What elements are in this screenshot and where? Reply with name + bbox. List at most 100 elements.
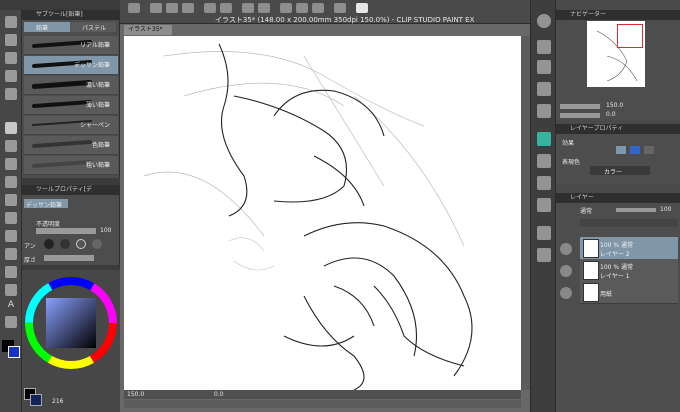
ruler-tool-icon[interactable]: [5, 284, 17, 296]
pencil-tool-icon[interactable]: [5, 122, 17, 134]
blend-tool-icon[interactable]: [5, 212, 17, 224]
undo-icon[interactable]: [204, 3, 216, 13]
transform-icon[interactable]: [258, 3, 270, 13]
status-bar: 150.0 0.0: [124, 390, 521, 399]
search-icon[interactable]: [537, 14, 551, 28]
layer-opacity-slider[interactable]: [616, 208, 656, 212]
visibility-eye-icon[interactable]: [560, 265, 572, 277]
sub-view-icon[interactable]: [537, 154, 551, 168]
open-file-icon[interactable]: [166, 3, 178, 13]
navigator-preview[interactable]: [587, 21, 645, 87]
material-icon-3[interactable]: [537, 82, 551, 96]
status-zoom: 150.0: [127, 391, 145, 398]
antialias-strong-option[interactable]: [92, 239, 102, 249]
move-tool-icon[interactable]: [5, 34, 17, 46]
brush-item-sketch-pencil[interactable]: デッサン鉛筆: [24, 56, 118, 75]
toolbox: A: [0, 10, 22, 412]
navigator-panel: ナビゲーター 150.0 0.0: [556, 10, 680, 120]
snap-ruler-icon[interactable]: [296, 3, 308, 13]
tool-property-title: ツールプロパティ[デ: [22, 185, 119, 195]
gradient-tool-icon[interactable]: [5, 248, 17, 260]
sub-color-swatch[interactable]: [8, 346, 20, 358]
save-icon[interactable]: [182, 3, 194, 13]
layer-row-paper[interactable]: 用紙: [580, 281, 678, 304]
operation-tool-icon[interactable]: [5, 52, 17, 64]
brush-tool-icon[interactable]: [5, 140, 17, 152]
history-icon[interactable]: [537, 176, 551, 190]
opacity-slider[interactable]: [36, 228, 96, 234]
expression-color-select[interactable]: カラー: [590, 166, 650, 176]
help-icon[interactable]: [356, 3, 368, 13]
layer-thumbnail: [583, 283, 599, 302]
effect-border-icon[interactable]: [616, 146, 626, 154]
brush-item-rough-pencil[interactable]: 粗い鉛筆: [24, 156, 118, 175]
balloon-tool-icon[interactable]: [5, 316, 17, 328]
brush-stroke-preview: [32, 139, 92, 149]
layer-row-2[interactable]: 100 % 通常 レイヤー 2: [580, 237, 678, 260]
layer-search-icon[interactable]: [537, 198, 551, 212]
brush-item-mechanical-pencil[interactable]: シャーペン: [24, 116, 118, 135]
antialias-medium-option[interactable]: [76, 239, 86, 249]
fill-tool-icon[interactable]: [5, 230, 17, 242]
zoom-slider[interactable]: [560, 104, 600, 109]
eyedropper-tool-icon[interactable]: [5, 88, 17, 100]
rotation-slider[interactable]: [560, 113, 600, 118]
material-icon-4[interactable]: [537, 104, 551, 118]
selection-tool-icon[interactable]: [5, 70, 17, 82]
eraser-tool-icon[interactable]: [5, 194, 17, 206]
layer-property-panel: レイヤープロパティ 効果 表現色 カラー: [556, 124, 680, 184]
figure-tool-icon[interactable]: [5, 266, 17, 278]
tool-property-panel: ツールプロパティ[デ デッサン鉛筆 不透明度 100 アン 厚さ: [22, 185, 120, 265]
text-tool-icon[interactable]: A: [5, 300, 17, 312]
blend-mode-select[interactable]: 通常: [580, 206, 592, 215]
sub-color-chip[interactable]: [30, 394, 42, 406]
snap-grid-icon[interactable]: [312, 3, 324, 13]
brush-item-real-pencil[interactable]: リアル鉛筆: [24, 36, 118, 55]
brush-item-dark-pencil[interactable]: 濃い鉛筆: [24, 76, 118, 95]
layer-property-title: レイヤープロパティ: [556, 124, 680, 134]
decoration-tool-icon[interactable]: [5, 176, 17, 188]
thickness-slider[interactable]: [44, 255, 94, 261]
horizontal-scrollbar[interactable]: [124, 400, 521, 408]
brush-stroke-preview: [32, 99, 92, 109]
color-wheel[interactable]: [24, 276, 118, 370]
brush-item-light-pencil[interactable]: 薄い鉛筆: [24, 96, 118, 115]
vertical-scrollbar[interactable]: [521, 36, 530, 390]
color-wheel-panel: 216: [22, 270, 120, 412]
color-value: 216: [52, 398, 64, 405]
visibility-eye-icon[interactable]: [560, 287, 572, 299]
zoom-tool-icon[interactable]: [5, 16, 17, 28]
subtool-panel: サブツール[鉛筆] 鉛筆 パステル リアル鉛筆 デッサン鉛筆 濃い鉛筆 薄い鉛筆…: [22, 10, 120, 178]
effect-tone-icon[interactable]: [630, 146, 640, 154]
canvas-document[interactable]: [124, 36, 521, 390]
app-logo-icon[interactable]: [128, 3, 140, 13]
subtool-tab-pencil[interactable]: 鉛筆: [24, 22, 70, 32]
color-icon[interactable]: [537, 132, 551, 146]
subtool-panel-title: サブツール[鉛筆]: [22, 10, 119, 20]
subtool-tab-pastel[interactable]: パステル: [70, 22, 116, 32]
clear-icon[interactable]: [242, 3, 254, 13]
layer-row-1[interactable]: 100 % 通常 レイヤー 1: [580, 259, 678, 282]
antialias-weak-option[interactable]: [60, 239, 70, 249]
brush-item-color-pencil[interactable]: 色鉛筆: [24, 136, 118, 155]
assets-icon[interactable]: [334, 3, 346, 13]
effect-extract-icon[interactable]: [644, 146, 654, 154]
material-icon-2[interactable]: [537, 60, 551, 74]
opacity-value: 100: [100, 227, 112, 234]
material-icon[interactable]: [537, 40, 551, 54]
new-file-icon[interactable]: [150, 3, 162, 13]
opacity-label: 不透明度: [36, 221, 61, 228]
antialias-none-option[interactable]: [44, 239, 54, 249]
command-bar: イラスト35* (148.00 x 200.00mm 350dpi 150.0%…: [120, 0, 530, 24]
layer-panel: レイヤー 通常 100 100 % 通常 レイヤー 2 100 % 通常 レイヤ…: [556, 193, 680, 412]
navigator-view-frame[interactable]: [617, 24, 643, 48]
redo-icon[interactable]: [220, 3, 232, 13]
layer-thumbnail: [583, 239, 599, 258]
selection-launcher-icon[interactable]: [280, 3, 292, 13]
airbrush-tool-icon[interactable]: [5, 158, 17, 170]
visibility-eye-icon[interactable]: [560, 243, 572, 255]
animation-icon[interactable]: [537, 226, 551, 240]
document-tab[interactable]: イラスト35*: [124, 25, 172, 35]
timeline-icon[interactable]: [537, 248, 551, 262]
current-tool-name: デッサン鉛筆: [24, 199, 68, 209]
